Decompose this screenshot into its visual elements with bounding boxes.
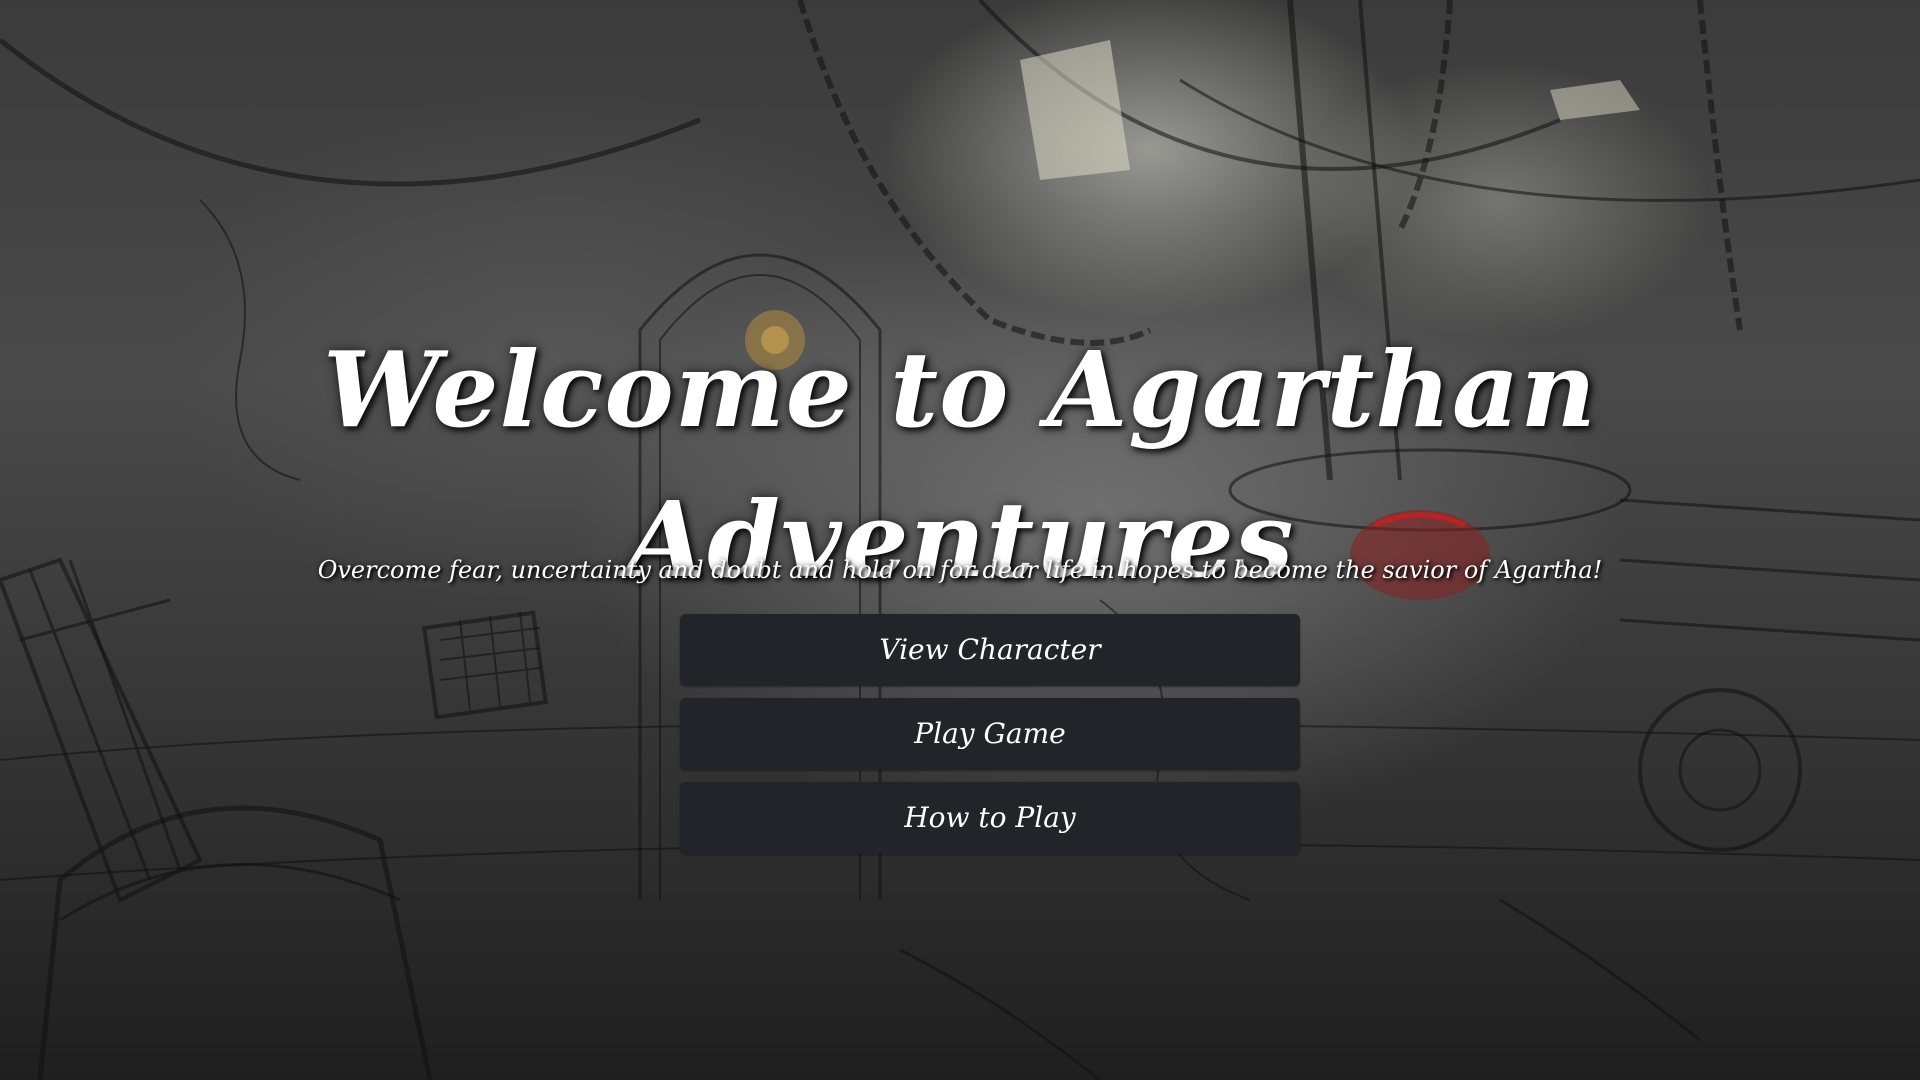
landing-page: Welcome to Agarthan Adventures Overcome … <box>0 0 1920 1080</box>
main-menu: View Character Play Game How to Play <box>680 614 1300 866</box>
view-character-button[interactable]: View Character <box>680 614 1300 686</box>
how-to-play-button[interactable]: How to Play <box>680 782 1300 854</box>
landing-content: Welcome to Agarthan Adventures Overcome … <box>0 0 1920 1080</box>
play-game-button[interactable]: Play Game <box>680 698 1300 770</box>
tagline: Overcome fear, uncertainty and doubt and… <box>317 556 1603 584</box>
